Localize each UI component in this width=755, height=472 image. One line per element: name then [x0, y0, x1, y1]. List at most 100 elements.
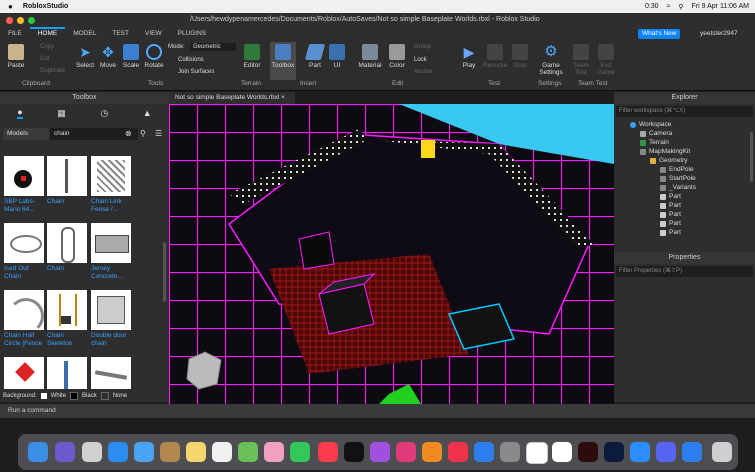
clear-search-icon[interactable]: ⊗ [125, 129, 132, 138]
tree-item-geometry[interactable]: Geometry [650, 157, 688, 164]
tv-icon[interactable] [344, 442, 364, 462]
mail-icon[interactable] [134, 442, 154, 462]
apple-icon[interactable]: ● [8, 2, 13, 11]
group-button[interactable]: Group [414, 44, 431, 50]
close-tab-icon[interactable]: × [281, 94, 285, 101]
none-label[interactable]: None [113, 393, 127, 399]
anchor-button[interactable]: Anchor [414, 69, 433, 75]
messages-icon[interactable] [290, 442, 310, 462]
close-window-button[interactable] [6, 17, 13, 24]
tab-plugins[interactable]: PLUGINS [170, 28, 215, 40]
duplicate-button[interactable]: Duplicate [40, 68, 65, 74]
command-bar-input[interactable]: Run a command [0, 404, 755, 418]
material-button[interactable]: Material [358, 44, 382, 69]
safari-icon[interactable] [108, 442, 128, 462]
move-tool-button[interactable]: ✥ Move [97, 44, 119, 69]
resume-button[interactable]: Resume [483, 44, 507, 69]
cut-button[interactable]: Cut [40, 56, 49, 62]
toolbox-item[interactable]: Chain Link Fense /... [91, 156, 131, 214]
mode-select[interactable]: Geometric [190, 43, 236, 51]
tree-item-endpole[interactable]: EndPole [660, 166, 694, 173]
tree-item-startpole[interactable]: StartPole [660, 175, 696, 182]
recent-icon[interactable]: ◷ [100, 108, 108, 119]
roblox-icon[interactable] [526, 442, 548, 464]
copy-button[interactable]: Copy [40, 44, 54, 50]
photoshop-icon[interactable] [604, 442, 624, 462]
trash-icon[interactable] [712, 442, 732, 462]
3d-viewport[interactable] [169, 104, 614, 404]
menu-clock[interactable]: Fri 9 Apr 11:06 AM [692, 3, 749, 10]
toolbox-item[interactable]: Iced Out Chain [4, 223, 44, 281]
tab-view[interactable]: VIEW [137, 28, 170, 40]
reminders-icon[interactable] [212, 442, 232, 462]
photos-icon[interactable] [264, 442, 284, 462]
scale-tool-button[interactable]: Scale [120, 44, 142, 69]
lock-button[interactable]: Lock [414, 57, 427, 63]
stop-button[interactable]: Stop [510, 44, 530, 69]
black-swatch[interactable] [70, 391, 79, 400]
white-label[interactable]: White [51, 393, 66, 399]
ui-button[interactable]: UI [328, 44, 346, 69]
contacts-icon[interactable] [160, 442, 180, 462]
tree-item-part[interactable]: Part [660, 211, 681, 218]
part-button[interactable]: Part [304, 44, 326, 69]
tree-item-part[interactable]: Part [660, 229, 681, 236]
properties-filter-input[interactable]: Filter Properties (⌘⇧P) [616, 266, 753, 277]
toolbox-item[interactable]: Double door chain [91, 290, 131, 348]
team-test-button[interactable]: Team Test [570, 44, 592, 76]
app-store-icon[interactable] [474, 442, 494, 462]
music-icon[interactable] [318, 442, 338, 462]
siri-icon[interactable] [55, 442, 75, 462]
collisions-toggle[interactable]: Collisions [178, 57, 204, 63]
view-cube[interactable] [186, 351, 222, 390]
user-name[interactable]: yeetster2947 [700, 28, 738, 40]
toolbox-item[interactable]: Chain Skeleton [47, 290, 87, 348]
tree-item-terrain[interactable]: Terrain [640, 139, 669, 146]
explorer-filter-input[interactable]: Filter workspace (⌘⌥X) [616, 106, 753, 117]
black-label[interactable]: Black [82, 393, 97, 399]
play-button[interactable]: ▶ Play [458, 44, 480, 69]
light-bulb-icon[interactable]: ▲ [143, 108, 152, 118]
tab-file[interactable]: FILE [0, 28, 30, 40]
toolbox-item[interactable]: Chain [47, 156, 87, 206]
finder-icon[interactable] [28, 442, 48, 462]
books-icon[interactable] [422, 442, 442, 462]
notes-icon[interactable] [186, 442, 206, 462]
tab-home[interactable]: HOME [29, 27, 66, 41]
rotate-tool-button[interactable]: Rotate [143, 44, 165, 69]
toolbox-scrollbar[interactable] [163, 242, 166, 302]
tree-item-mapmakingkit[interactable]: MapMakingKit [640, 148, 690, 155]
paste-button[interactable]: Paste [5, 44, 27, 69]
tree-item-part[interactable]: Part [660, 202, 681, 209]
discord-icon[interactable] [656, 442, 676, 462]
minimize-window-button[interactable] [17, 17, 24, 24]
viewport-tab[interactable]: Not so simple Baseplate Worlds.rbxl × [169, 92, 295, 104]
system-preferences-icon[interactable] [500, 442, 520, 462]
white-swatch[interactable] [40, 392, 47, 399]
select-tool-button[interactable]: ➤ Select [74, 44, 96, 69]
search-icon[interactable]: ⚲ [140, 129, 146, 138]
music-alt-icon[interactable] [396, 442, 416, 462]
tab-test[interactable]: TEST [104, 28, 137, 40]
wifi-icon[interactable]: ≈ [667, 3, 671, 10]
toolbox-button[interactable]: Toolbox [270, 42, 296, 80]
tab-model[interactable]: MODEL [65, 28, 104, 40]
game-settings-button[interactable]: ⚙ Game Settings [537, 44, 565, 77]
tree-item-part[interactable]: Part [660, 220, 681, 227]
bag-icon[interactable]: ● [17, 107, 23, 119]
toolbox-item[interactable]: Chain Half Circle [Fence [4, 290, 44, 348]
whats-new-button[interactable]: What's New [638, 29, 681, 39]
podcasts-icon[interactable] [370, 442, 390, 462]
exit-game-button[interactable]: Exit Game [595, 44, 617, 76]
tree-item-part[interactable]: Part [660, 193, 681, 200]
news-icon[interactable] [448, 442, 468, 462]
join-surfaces-toggle[interactable]: Join Surfaces [178, 69, 214, 75]
grid-icon[interactable]: ▦ [57, 108, 66, 119]
launchpad-icon[interactable] [82, 442, 102, 462]
toolbox-item[interactable]: Chain [47, 223, 87, 273]
illustrator-icon[interactable] [578, 442, 598, 462]
calendar-icon[interactable] [552, 442, 572, 462]
tree-item-camera[interactable]: Camera [640, 130, 672, 137]
app-menu[interactable]: RobloxStudio [23, 3, 69, 10]
color-button[interactable]: Color [386, 44, 408, 69]
